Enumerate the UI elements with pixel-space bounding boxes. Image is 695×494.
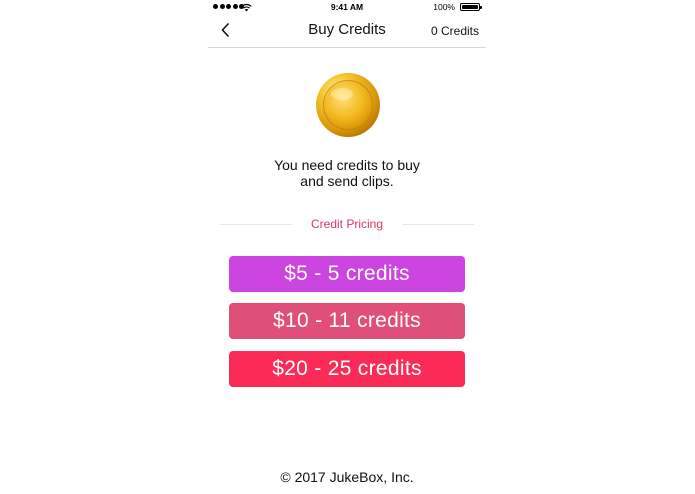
navigation-bar: Buy Credits 0 Credits	[208, 14, 486, 48]
message-line-2: and send clips.	[300, 173, 394, 189]
buy-25-credits-button[interactable]: $20 - 25 credits	[229, 351, 465, 387]
phone-screen: 9:41 AM 100% Buy Credits 0 Credits You n…	[208, 0, 486, 494]
message-line-1: You need credits to buy	[274, 157, 420, 173]
copyright-footer: © 2017 JukeBox, Inc.	[280, 469, 414, 485]
buy-5-credits-button[interactable]: $5 - 5 credits	[229, 256, 465, 292]
battery-percent: 100%	[433, 2, 455, 12]
credit-pricing-divider: Credit Pricing	[220, 216, 474, 232]
divider-line-right	[402, 224, 474, 225]
battery-icon	[460, 3, 482, 11]
gold-coin-icon	[316, 73, 380, 137]
credit-balance: 0 Credits	[430, 24, 479, 38]
status-bar: 9:41 AM 100%	[208, 0, 486, 14]
credits-needed-message: You need credits to buy and send clips.	[208, 157, 486, 189]
buy-11-credits-button[interactable]: $10 - 11 credits	[229, 303, 465, 339]
